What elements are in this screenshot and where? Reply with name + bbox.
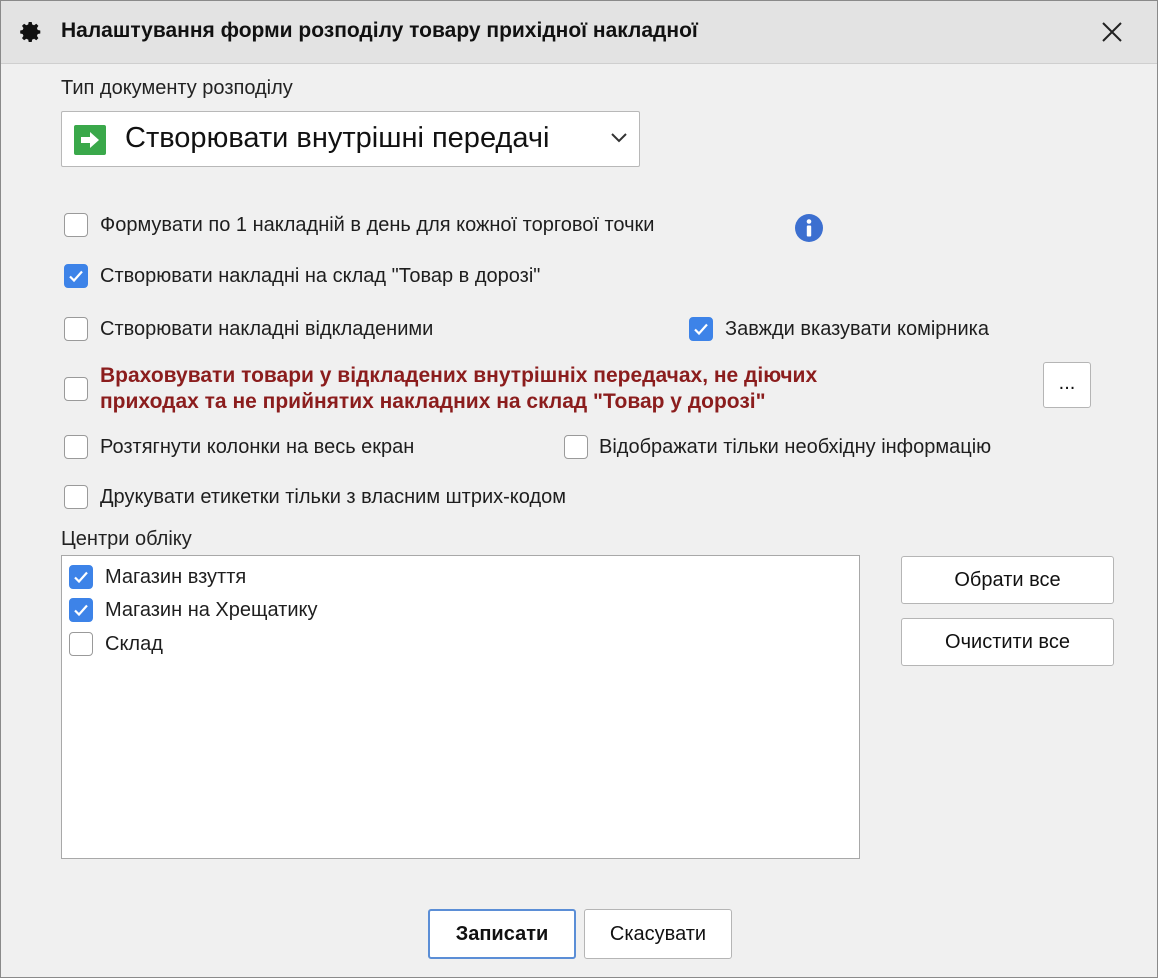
info-icon[interactable] <box>794 213 824 243</box>
checkbox-account-deferred-goods[interactable] <box>64 377 88 401</box>
checkbox-deferred-invoices[interactable] <box>64 317 88 341</box>
window-title: Налаштування форми розподілу товару прих… <box>61 19 698 42</box>
warn-line-2: приходах та не прийнятих накладних на ск… <box>100 390 766 413</box>
doc-type-select[interactable]: Створювати внутрішні передачі <box>61 111 640 167</box>
settings-dialog: Налаштування форми розподілу товару прих… <box>0 0 1158 978</box>
save-button[interactable]: Записати <box>428 909 576 959</box>
checkbox-always-storekeeper[interactable] <box>689 317 713 341</box>
cancel-button[interactable]: Скасувати <box>584 909 732 959</box>
label-print-labels-own-barcode: Друкувати етикетки тільки з власним штри… <box>100 486 566 508</box>
checkbox-show-necessary-info[interactable] <box>564 435 588 459</box>
check-icon <box>74 604 88 617</box>
warn-line-1: Враховувати товари у відкладених внутріш… <box>100 364 818 387</box>
chevron-down-icon <box>611 133 627 143</box>
checkbox-print-labels-own-barcode[interactable] <box>64 485 88 509</box>
centers-label: Центри обліку <box>61 528 192 550</box>
centers-list[interactable]: Магазин взуття Магазин на Хрещатику Скла… <box>61 555 860 859</box>
gear-icon <box>20 22 41 42</box>
label-stretch-columns: Розтягнути колонки на весь екран <box>100 436 415 458</box>
check-icon <box>694 323 708 336</box>
checkbox-one-invoice-per-day[interactable] <box>64 213 88 237</box>
close-icon[interactable] <box>1095 15 1129 49</box>
doc-type-value: Створювати внутрішні передачі <box>125 122 550 154</box>
checkbox-center-warehouse[interactable] <box>69 632 93 656</box>
checkbox-center-shoe-store[interactable] <box>69 565 93 589</box>
label-one-invoice-per-day: Формувати по 1 накладній в день для кожн… <box>100 214 655 236</box>
ellipsis-button[interactable]: ... <box>1043 362 1091 408</box>
green-arrow-icon <box>74 125 106 155</box>
label-deferred-invoices: Створювати накладні відкладеними <box>100 318 434 340</box>
doc-type-label: Тип документу розподілу <box>61 77 293 99</box>
select-all-button[interactable]: Обрати все <box>901 556 1114 604</box>
label-account-deferred-goods: Враховувати товари у відкладених внутріш… <box>100 363 1000 415</box>
label-always-storekeeper: Завжди вказувати комірника <box>725 318 989 340</box>
title-bar: Налаштування форми розподілу товару прих… <box>1 1 1157 64</box>
label-show-necessary-info: Відображати тільки необхідну інформацію <box>599 436 992 458</box>
checkbox-goods-in-transit[interactable] <box>64 264 88 288</box>
list-item[interactable]: Склад <box>105 633 163 656</box>
checkbox-stretch-columns[interactable] <box>64 435 88 459</box>
clear-all-button[interactable]: Очистити все <box>901 618 1114 666</box>
check-icon <box>74 571 88 584</box>
checkbox-center-khreshchatyk[interactable] <box>69 598 93 622</box>
check-icon <box>69 270 83 283</box>
label-goods-in-transit: Створювати накладні на склад "Товар в до… <box>100 265 541 287</box>
list-item[interactable]: Магазин на Хрещатику <box>105 599 317 622</box>
list-item[interactable]: Магазин взуття <box>105 566 246 589</box>
